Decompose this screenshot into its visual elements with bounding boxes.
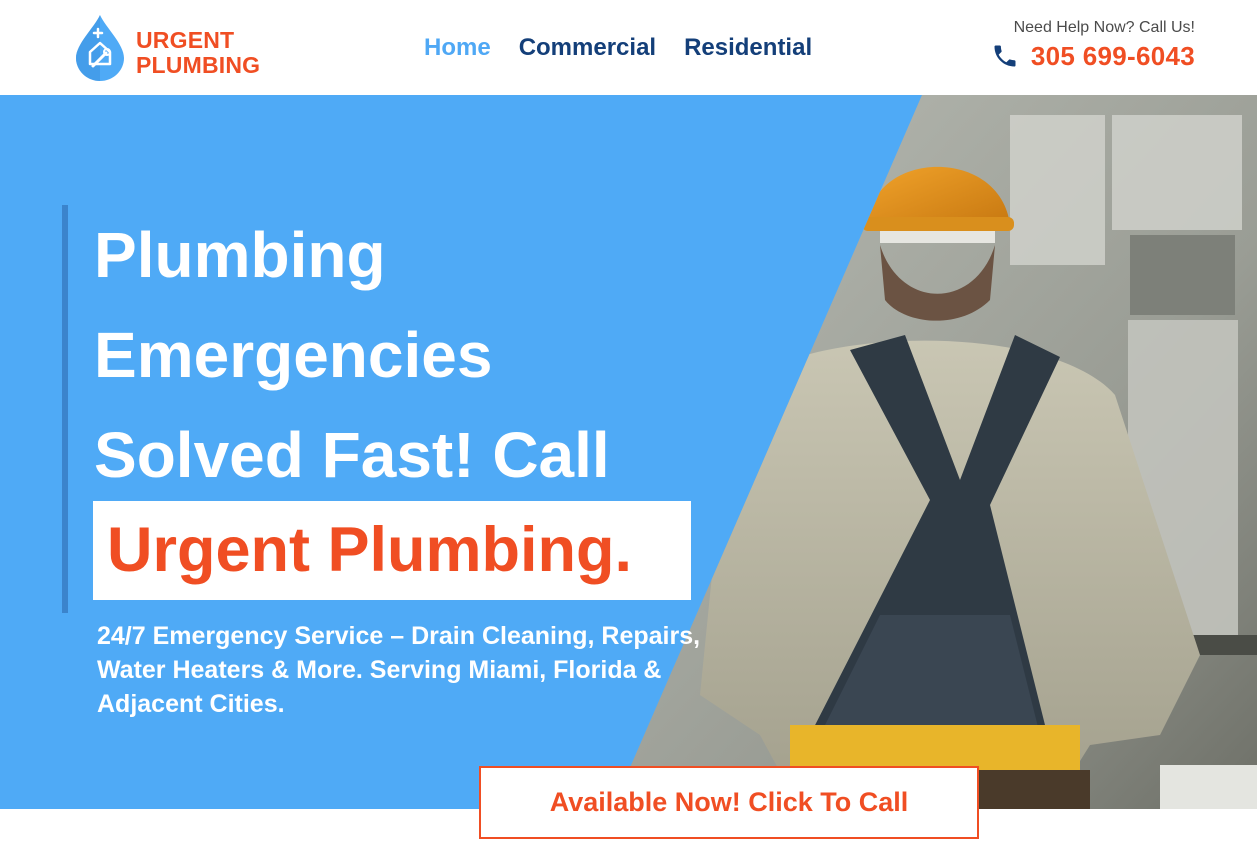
main-nav: Home Commercial Residential [424,30,812,66]
header-phone-link[interactable]: 305 699-6043 [1031,41,1195,71]
hero-headline: Plumbing Emergencies Solved Fast! Call [94,205,714,505]
water-drop-logo-icon [76,15,124,81]
nav-residential[interactable]: Residential [684,30,812,66]
hero-section: Plumbing Emergencies Solved Fast! Call U… [0,95,1257,809]
brand-highlight-text: Urgent Plumbing. [107,515,632,585]
help-label: Need Help Now? Call Us! [1013,19,1195,36]
hero-subtext: 24/7 Emergency Service – Drain Cleaning,… [97,622,701,718]
brand-highlight-box: Urgent Plumbing. [93,501,691,600]
headline-line-3: Solved Fast! Call [94,419,610,491]
call-now-button[interactable]: Available Now! Click To Call [479,766,979,839]
site-header: URGENT PLUMBING Home Commercial Resident… [0,0,1257,95]
nav-commercial[interactable]: Commercial [519,30,656,66]
logo-wordmark: URGENT PLUMBING [136,28,260,78]
call-now-label: Available Now! Click To Call [549,787,909,817]
hero-accent-bar [62,205,68,613]
header-contact: Need Help Now? Call Us! 305 699-6043 [991,18,1195,71]
header-phone-row: 305 699-6043 [991,41,1195,71]
logo-line-1: URGENT [136,27,235,53]
phone-icon [994,45,1016,67]
nav-home[interactable]: Home [424,30,491,66]
headline-line-1: Plumbing [94,219,386,291]
logo-link[interactable]: URGENT PLUMBING [72,12,282,84]
logo-line-2: PLUMBING [136,52,261,78]
headline-line-2: Emergencies [94,319,493,391]
